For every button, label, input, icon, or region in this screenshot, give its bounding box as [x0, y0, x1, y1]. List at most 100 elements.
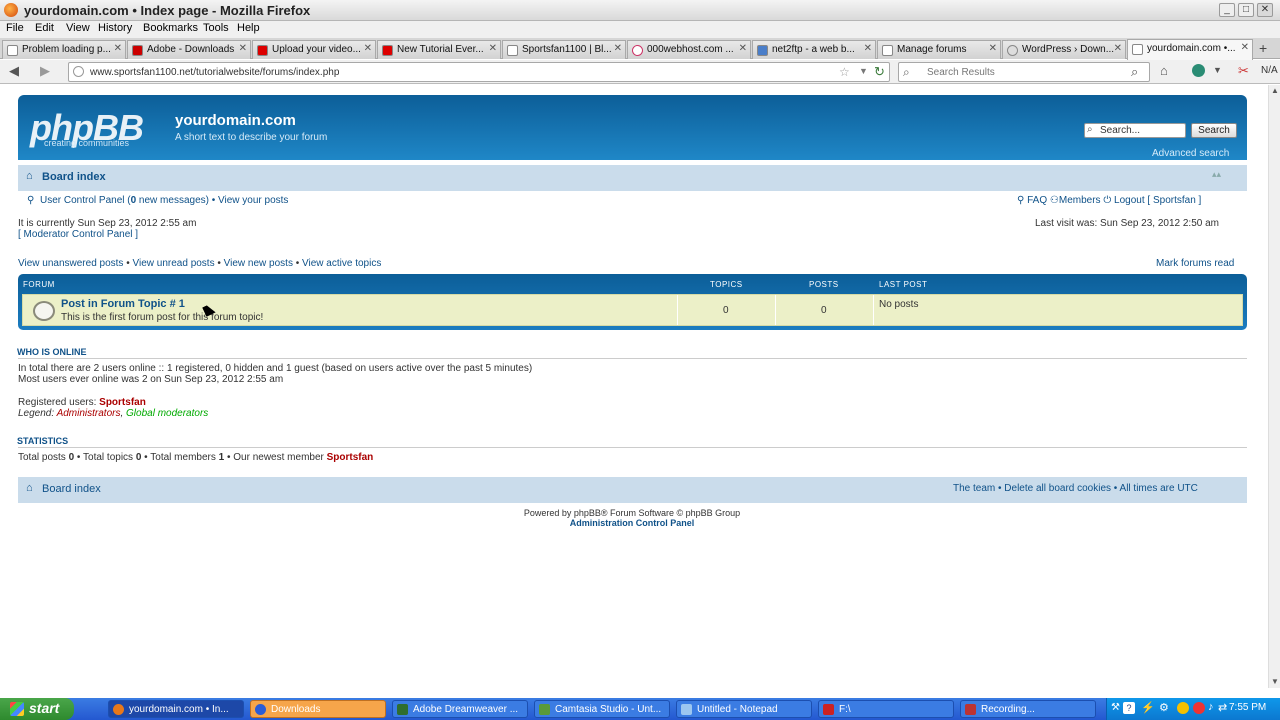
moderator-cp-link[interactable]: [ Moderator Control Panel ]	[18, 229, 138, 240]
view-links: View unanswered posts • View unread post…	[18, 258, 382, 269]
back-icon[interactable]: ◀	[9, 63, 19, 79]
advanced-search-link[interactable]: Advanced search	[1152, 148, 1229, 159]
administrators-link[interactable]: Administrators	[57, 408, 121, 419]
menu-file[interactable]: File	[6, 22, 24, 34]
logout-link[interactable]: Logout [ Sportsfan ]	[1114, 195, 1201, 206]
menu-help[interactable]: Help	[237, 22, 260, 34]
admin-cp-link[interactable]: Administration Control Panel	[0, 518, 1264, 528]
tray-settings-icon[interactable]: ⚙	[1159, 701, 1169, 714]
search-engine-icon[interactable]: ⌕	[903, 65, 910, 80]
vertical-scrollbar[interactable]: ▲ ▼	[1268, 85, 1280, 688]
addon-globe-icon[interactable]	[1192, 64, 1205, 77]
tab-problem-loading[interactable]: Problem loading p... ✕	[2, 40, 126, 59]
view-new-link[interactable]: View new posts	[224, 258, 293, 269]
tab-label: Adobe - Downloads	[147, 44, 235, 55]
minimize-button[interactable]: _	[1219, 3, 1235, 17]
close-tab-icon[interactable]: ✕	[489, 43, 497, 54]
registered-user-link[interactable]: Sportsfan	[99, 397, 146, 408]
user-control-panel-link[interactable]: User Control Panel (	[40, 195, 131, 206]
taskbar-dreamweaver[interactable]: Adobe Dreamweaver ...	[392, 700, 528, 718]
help-icon[interactable]: ?	[1123, 702, 1135, 714]
menu-bookmarks[interactable]: Bookmarks	[143, 22, 198, 34]
new-tab-icon[interactable]: +	[1259, 40, 1267, 56]
menu-history[interactable]: History	[98, 22, 132, 34]
close-tab-icon[interactable]: ✕	[739, 43, 747, 54]
view-your-posts-link[interactable]: View your posts	[218, 195, 288, 206]
close-tab-icon[interactable]: ✕	[1241, 42, 1249, 53]
tab-net2ftp[interactable]: net2ftp - a web b... ✕	[752, 40, 876, 59]
close-tab-icon[interactable]: ✕	[614, 43, 622, 54]
tab-yourdomain[interactable]: yourdomain.com •... ✕	[1127, 39, 1253, 60]
menu-tools[interactable]: Tools	[203, 22, 229, 34]
history-dropdown-icon[interactable]: ▼	[859, 66, 868, 76]
bookmark-star-icon[interactable]: ☆	[839, 65, 850, 79]
font-size-icon[interactable]: ▴▴	[1212, 169, 1221, 180]
who-is-online-heading[interactable]: WHO IS ONLINE	[17, 347, 87, 357]
mark-forums-read-link[interactable]: Mark forums read	[1156, 258, 1234, 269]
scroll-up-icon[interactable]: ▲	[1271, 86, 1279, 95]
clock[interactable]: 7:55 PM	[1229, 702, 1266, 713]
taskbar-firefox[interactable]: yourdomain.com • In...	[108, 700, 244, 718]
forum-title-link[interactable]: Post in Forum Topic # 1	[61, 298, 185, 310]
statistics-line: Total posts 0 • Total topics 0 • Total m…	[18, 452, 373, 463]
new-messages-link[interactable]: new messages) •	[136, 195, 215, 206]
close-button[interactable]: ✕	[1257, 3, 1273, 17]
tab-label: net2ftp - a web b...	[772, 44, 855, 55]
tab-new-tutorial[interactable]: New Tutorial Ever... ✕	[377, 40, 501, 59]
tab-000webhost[interactable]: 000webhost.com ... ✕	[627, 40, 751, 59]
tray-connection-icon[interactable]: ⇄	[1218, 701, 1227, 714]
forum-search-button[interactable]: Search	[1191, 123, 1237, 138]
members-link[interactable]: Members	[1059, 195, 1101, 206]
view-active-link[interactable]: View active topics	[302, 258, 381, 269]
board-index-link[interactable]: Board index	[42, 171, 106, 183]
taskbar-downloads[interactable]: Downloads	[250, 700, 386, 718]
home-icon[interactable]: ⌂	[1160, 63, 1168, 78]
net2ftp-icon	[757, 45, 768, 56]
close-tab-icon[interactable]: ✕	[114, 43, 122, 54]
menu-edit[interactable]: Edit	[35, 22, 54, 34]
global-moderators-link[interactable]: Global moderators	[126, 408, 208, 419]
tray-tool-icon[interactable]: ⚒	[1111, 702, 1120, 713]
search-box[interactable]: ⌕ Search Results ⌕	[898, 62, 1150, 82]
maximize-button[interactable]: □	[1238, 3, 1254, 17]
reload-icon[interactable]: ↻	[874, 64, 885, 80]
tray-volume-icon[interactable]: ♪	[1208, 701, 1214, 713]
site-identity-icon[interactable]	[73, 66, 84, 77]
tray-network-icon[interactable]: ⚡	[1141, 701, 1155, 714]
url-bar[interactable]: www.sportsfan1100.net/tutorialwebsite/fo…	[68, 62, 890, 82]
window-title-bar: yourdomain.com • Index page - Mozilla Fi…	[0, 0, 1280, 21]
tab-manage-forums[interactable]: Manage forums ✕	[877, 40, 1001, 59]
close-tab-icon[interactable]: ✕	[364, 43, 372, 54]
taskbar-notepad[interactable]: Untitled - Notepad	[676, 700, 812, 718]
youtube-icon	[257, 45, 268, 56]
taskbar-label: Adobe Dreamweaver ...	[413, 704, 519, 715]
tab-wordpress[interactable]: WordPress › Down... ✕	[1002, 40, 1126, 59]
close-tab-icon[interactable]: ✕	[1114, 43, 1122, 54]
scroll-down-icon[interactable]: ▼	[1271, 677, 1279, 686]
footer-board-index-link[interactable]: Board index	[42, 483, 101, 495]
search-go-icon[interactable]: ⌕	[1131, 64, 1138, 80]
faq-link[interactable]: FAQ	[1027, 195, 1047, 206]
taskbar-drive-f[interactable]: F:\	[818, 700, 954, 718]
forward-icon[interactable]: ▶	[40, 63, 50, 79]
tray-app-icon[interactable]	[1193, 702, 1205, 714]
addon-tool-icon[interactable]: ✂	[1238, 63, 1249, 79]
tab-adobe-downloads[interactable]: Adobe - Downloads ✕	[127, 40, 251, 59]
view-unanswered-link[interactable]: View unanswered posts	[18, 258, 123, 269]
close-tab-icon[interactable]: ✕	[864, 43, 872, 54]
zone-label: N/A	[1261, 65, 1278, 76]
close-tab-icon[interactable]: ✕	[239, 43, 247, 54]
addon-dropdown-icon[interactable]: ▼	[1213, 65, 1222, 75]
menu-view[interactable]: View	[66, 22, 90, 34]
start-button[interactable]: start	[0, 698, 74, 720]
taskbar-camtasia[interactable]: Camtasia Studio - Unt...	[534, 700, 670, 718]
tray-security-icon[interactable]	[1177, 702, 1189, 714]
view-unread-link[interactable]: View unread posts	[133, 258, 215, 269]
taskbar-recording[interactable]: Recording...	[960, 700, 1096, 718]
newest-member-link[interactable]: Sportsfan	[327, 452, 374, 463]
footer-links[interactable]: The team • Delete all board cookies • Al…	[953, 483, 1198, 494]
close-tab-icon[interactable]: ✕	[989, 43, 997, 54]
forum-search-input[interactable]: ⌕ Search...	[1084, 123, 1186, 138]
tab-upload-video[interactable]: Upload your video... ✕	[252, 40, 376, 59]
tab-sportsfan-blog[interactable]: Sportsfan1100 | Bl... ✕	[502, 40, 626, 59]
